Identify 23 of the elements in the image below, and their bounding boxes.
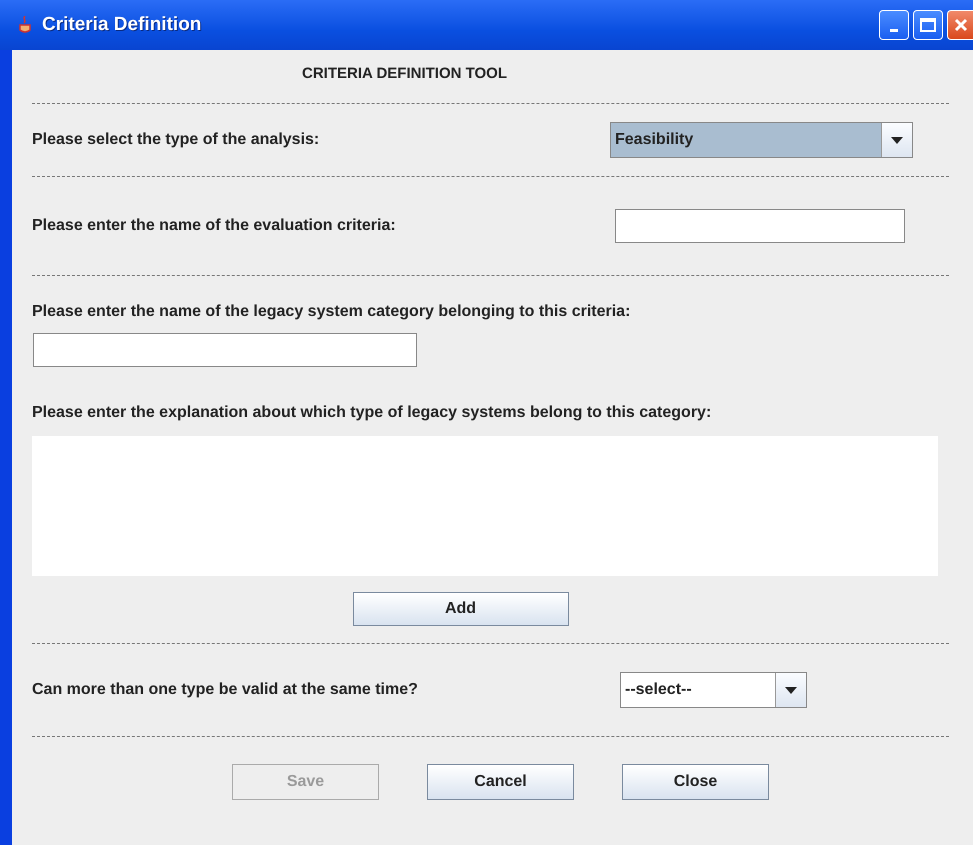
dialog-button[interactable]: Cancel	[427, 764, 574, 800]
close-button[interactable]	[947, 10, 973, 40]
field-label: Please enter the name of the legacy system category belonging to this criteria:	[32, 303, 632, 321]
criteria-name-field[interactable]	[615, 209, 905, 243]
dropdown[interactable]: Feasibility	[610, 122, 913, 158]
field-label: Please enter the explanation about which type of legacy systems belong to this category:	[32, 404, 712, 422]
minimize-icon	[890, 28, 898, 32]
category-name-field[interactable]	[33, 333, 417, 367]
field-label: Please select the type of the analysis:	[32, 131, 320, 149]
caret-icon	[785, 686, 797, 694]
dialog-button[interactable]: Close	[622, 764, 769, 800]
maximize-button[interactable]	[913, 10, 943, 40]
caret-icon	[891, 136, 903, 144]
minimize-button[interactable]	[879, 10, 909, 40]
add-button[interactable]: Add	[352, 592, 568, 626]
window-title: Criteria Definition	[42, 14, 202, 36]
close-icon	[954, 18, 968, 32]
dropdown[interactable]: --select--	[620, 672, 807, 708]
maximize-icon	[920, 18, 936, 32]
tool-heading: CRITERIA DEFINITION TOOL	[302, 65, 508, 84]
cup-icon	[18, 16, 32, 34]
field-label: Can more than one type be valid at the same time?	[32, 681, 419, 699]
field-label: Please enter the name of the evaluation criteria:	[32, 217, 397, 235]
